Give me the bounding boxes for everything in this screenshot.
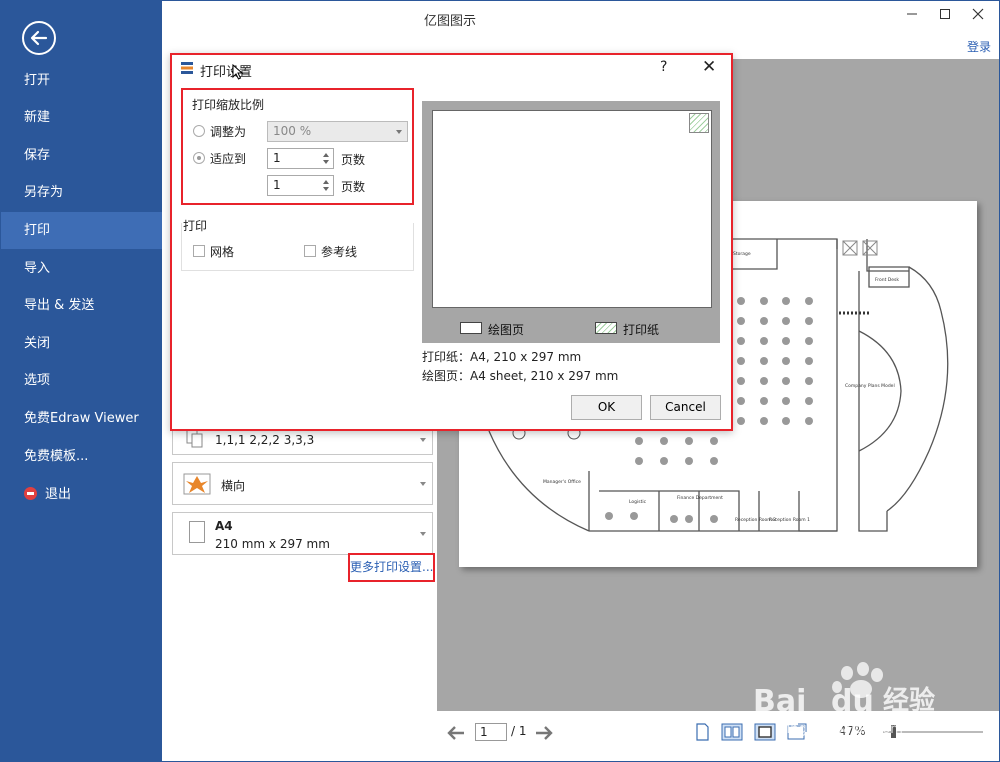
print-scale-group: 打印缩放比例 调整为 100 % 适应到 1 页数 1 页数 [181,88,414,205]
backstage-sidebar: 打开 新建 保存 另存为 打印 导入 导出 & 发送 关闭 选项 免费Edraw… [1,1,162,761]
sidebar-item-open[interactable]: 打开 [1,62,162,99]
spin-up-icon[interactable] [323,180,329,184]
zoom-slider-thumb[interactable] [891,725,896,738]
sidebar-item-print[interactable]: 打印 [1,212,162,249]
arrow-left-icon[interactable] [447,725,465,741]
fit-width-icon[interactable] [786,722,808,742]
sidebar-item-close[interactable]: 关闭 [1,325,162,362]
print-options-group: 网格 参考线 [181,223,414,271]
print-paper-legend: 打印纸 [623,323,660,337]
dialog-close-button[interactable]: ✕ [702,57,716,77]
zoom-slider[interactable] [883,731,983,733]
sidebar-item-free-viewer[interactable]: 免费Edraw Viewer [1,400,162,437]
label-company-model: Company Plans Model [845,383,895,389]
help-button[interactable]: ? [660,59,667,75]
arrow-right-icon[interactable] [535,725,553,741]
maximize-button[interactable] [933,6,957,26]
fit-width-pages-stepper[interactable]: 1 [267,148,334,169]
preview-bottom-bar: 1 / 1 47% [437,711,999,761]
page-total: / 1 [511,724,527,738]
adjust-to-radio[interactable] [193,125,205,137]
page-thumbnail-preview: 绘图页 打印纸 [422,101,720,343]
sidebar-item-export-send[interactable]: 导出 & 发送 [1,287,162,324]
label-managers-office: Manager's Office [543,479,581,485]
minimize-button[interactable] [900,6,924,26]
drawing-page-info: 绘图页：A4 sheet, 210 x 297 mm [422,369,619,383]
guides-label: 参考线 [321,245,358,259]
orientation-option[interactable]: 横向 [172,462,433,505]
page-number-input[interactable]: 1 [475,723,507,741]
sidebar-item-save-as[interactable]: 另存为 [1,174,162,211]
two-page-icon[interactable] [721,722,743,742]
print-paper-swatch [595,322,617,334]
spin-down-icon[interactable] [323,187,329,191]
print-settings-dialog: 打印设置 ? ✕ 打印缩放比例 调整为 100 % 适应到 1 页数 1 页数 … [170,53,733,431]
thumbnail-print-paper [689,113,709,133]
title-bar: 亿图图示 [162,1,1000,35]
grid-label: 网格 [210,245,235,259]
zoom-level: 47% [839,724,866,738]
more-print-settings-link[interactable]: 更多打印设置... [348,553,435,582]
pages-label: 页数 [341,153,366,167]
edraw-app-icon [181,62,193,74]
label-front-desk: Front Desk [875,277,899,283]
chevron-down-icon [420,437,426,442]
collate-icon [186,429,203,448]
label-storage: Storage [733,251,751,257]
label-logistic: Logistic [629,499,647,505]
fit-to-radio[interactable] [193,152,205,164]
fit-page-icon[interactable] [754,722,776,742]
grid-checkbox[interactable] [193,245,205,257]
scale-percent-select[interactable]: 100 % [267,121,408,142]
sidebar-item-free-templates[interactable]: 免费模板... [1,438,162,475]
paper-icon [189,521,205,543]
ok-button[interactable]: OK [571,395,642,420]
chevron-down-icon [420,531,426,536]
mouse-cursor-icon [232,64,244,80]
spin-down-icon[interactable] [323,160,329,164]
app-window: 打开 新建 保存 另存为 打印 导入 导出 & 发送 关闭 选项 免费Edraw… [0,0,1000,762]
maximize-icon [940,9,950,19]
sidebar-item-options[interactable]: 选项 [1,362,162,399]
sidebar-item-exit[interactable]: 退出 [1,476,162,513]
close-window-button[interactable] [966,6,990,26]
paper-info: 打印纸：A4, 210 x 297 mm [422,350,582,364]
paper-size-option[interactable]: A4 210 mm x 297 mm [172,512,433,555]
fit-height-pages-stepper[interactable]: 1 [267,175,334,196]
landscape-orientation-icon [183,473,211,495]
chevron-down-icon [420,481,426,486]
guides-checkbox[interactable] [304,245,316,257]
sidebar-item-save[interactable]: 保存 [1,137,162,174]
drawing-page-legend: 绘图页 [488,323,525,337]
back-button[interactable] [22,21,56,55]
thumbnail-drawing-page [432,110,712,308]
spin-up-icon[interactable] [323,153,329,157]
minimize-icon [907,13,917,15]
adjust-to-label: 调整为 [210,125,247,139]
single-page-icon[interactable] [691,722,713,742]
pages-label: 页数 [341,180,366,194]
sidebar-item-new[interactable]: 新建 [1,99,162,136]
close-icon [972,8,984,20]
chevron-down-icon [396,130,402,134]
dialog-title: 打印设置 [200,65,253,80]
exit-icon [24,487,37,500]
label-reception-1: Reception Room 1 [769,517,810,523]
fit-to-label: 适应到 [210,152,247,166]
cancel-button[interactable]: Cancel [650,395,721,420]
sidebar-item-import[interactable]: 导入 [1,250,162,287]
print-scale-legend: 打印缩放比例 [192,98,265,112]
label-finance: Finance Department [677,495,723,501]
arrow-left-icon [30,30,48,46]
login-link[interactable]: 登录 [967,38,991,55]
app-title: 亿图图示 [423,14,476,29]
drawing-page-swatch [460,322,482,334]
